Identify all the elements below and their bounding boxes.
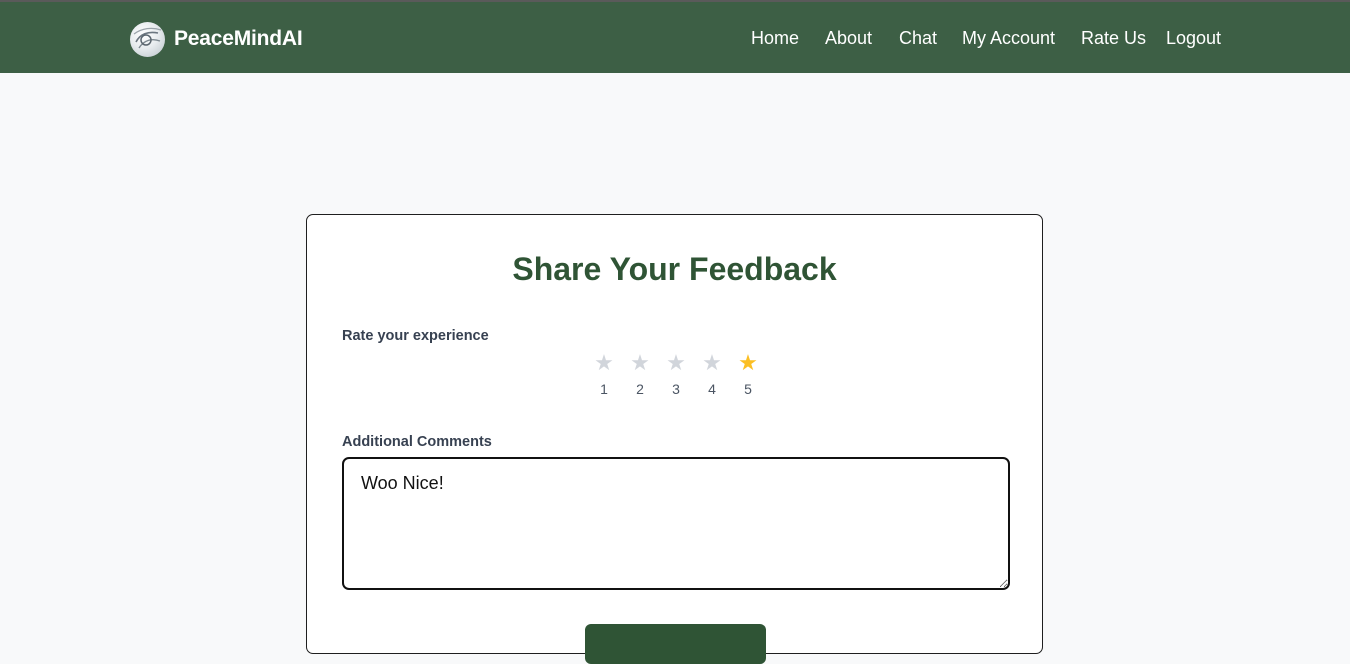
star-icon: ★ <box>666 351 686 376</box>
star-number: 2 <box>636 381 644 397</box>
nav-link-about[interactable]: About <box>825 28 872 49</box>
feedback-card: Share Your Feedback Rate your experience… <box>306 214 1043 664</box>
star-icon: ★ <box>702 351 722 376</box>
star-icon: ★ <box>630 351 650 376</box>
comments-label: Additional Comments <box>342 434 492 450</box>
star-option-3[interactable]: ★ 3 <box>658 351 694 397</box>
star-rating: ★ 1 ★ 2 ★ 3 ★ 4 ★ 5 <box>307 351 1042 411</box>
nav-link-logout[interactable]: Logout <box>1166 28 1221 49</box>
star-option-1[interactable]: ★ 1 <box>586 351 622 397</box>
nav-link-home[interactable]: Home <box>751 28 799 49</box>
nav-link-my-account[interactable]: My Account <box>962 28 1055 49</box>
brand-name[interactable]: PeaceMindAI <box>174 27 303 51</box>
star-icon: ★ <box>594 351 614 376</box>
star-option-4[interactable]: ★ 4 <box>694 351 730 397</box>
star-option-2[interactable]: ★ 2 <box>622 351 658 397</box>
star-option-5[interactable]: ★ 5 <box>730 351 766 397</box>
submit-button[interactable] <box>585 624 766 664</box>
star-number: 4 <box>708 381 716 397</box>
star-number: 5 <box>744 381 752 397</box>
feedback-title: Share Your Feedback <box>512 251 837 287</box>
star-icon: ★ <box>738 351 758 376</box>
comments-textarea[interactable]: Woo Nice! <box>342 457 1010 590</box>
star-number: 3 <box>672 381 680 397</box>
star-number: 1 <box>600 381 608 397</box>
nav-link-rate-us[interactable]: Rate Us <box>1081 28 1146 49</box>
brand-logo-icon <box>130 21 165 57</box>
brand[interactable]: PeaceMindAI <box>130 21 303 57</box>
rating-label: Rate your experience <box>342 328 489 344</box>
navbar: PeaceMindAI Home About Chat My Account R… <box>0 2 1350 73</box>
nav-link-chat[interactable]: Chat <box>899 28 937 49</box>
